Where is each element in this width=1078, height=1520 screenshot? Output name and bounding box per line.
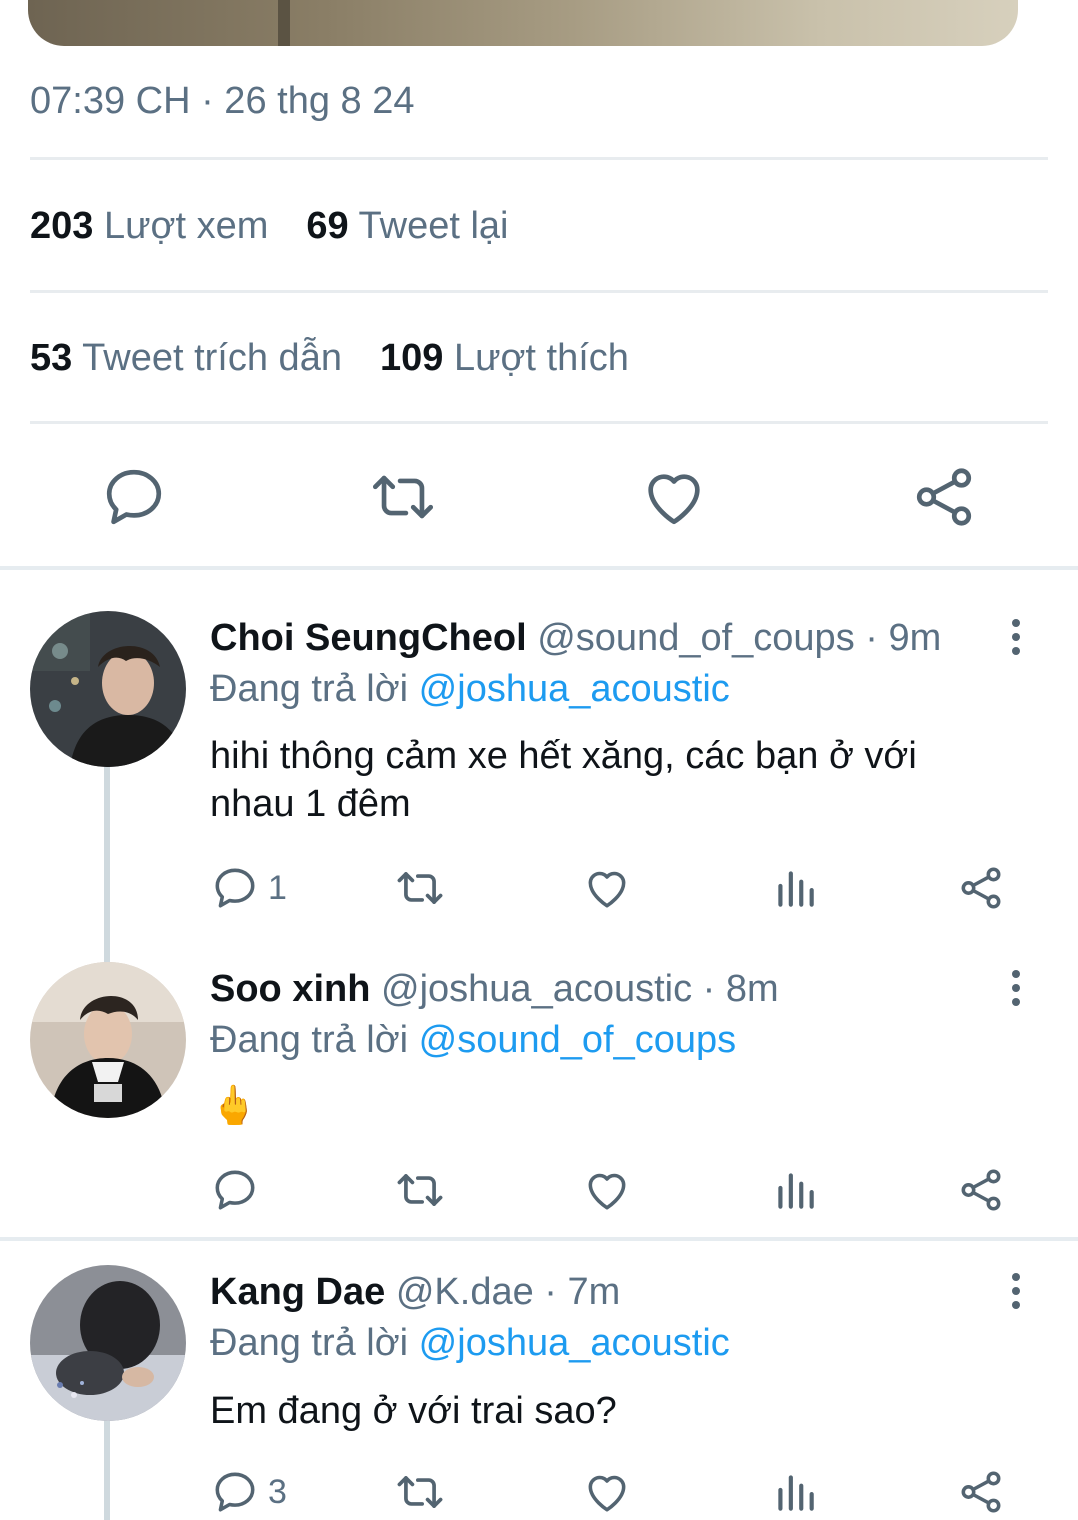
retweet-icon[interactable]: [394, 1464, 446, 1520]
replying-prefix: Đang trả lời: [210, 1019, 409, 1061]
section-separator: [0, 566, 1078, 570]
retweet-icon[interactable]: [394, 1162, 446, 1218]
reply-text: hihi thông cảm xe hết xăng, các bạn ở vớ…: [210, 735, 917, 825]
mention-link[interactable]: @joshua_acoustic: [419, 668, 730, 710]
reply-button[interactable]: 3: [210, 1464, 287, 1520]
reply-button[interactable]: [210, 1162, 268, 1218]
reply-button[interactable]: 1: [210, 860, 287, 916]
share-icon[interactable]: [909, 462, 979, 532]
views-label: Lượt xem: [103, 205, 269, 247]
divider: [30, 157, 1048, 160]
quotes-label: Tweet trích dẫn: [82, 337, 342, 379]
quotes-stat[interactable]: 53 Tweet trích dẫn: [30, 337, 342, 379]
retweet-icon[interactable]: [368, 462, 438, 532]
divider: [30, 290, 1048, 293]
views-count: 203: [30, 205, 94, 247]
reply-action-bar: 1: [210, 860, 1030, 916]
tweet-action-bar: [0, 462, 1078, 532]
analytics-icon[interactable]: [770, 860, 820, 916]
like-icon[interactable]: [582, 1464, 632, 1520]
reply-count: 3: [268, 1472, 287, 1511]
display-name[interactable]: Kang Dae: [210, 1271, 385, 1313]
stats-row-views-retweets: 203 Lượt xem 69 Tweet lại: [30, 205, 509, 248]
analytics-icon[interactable]: [770, 1162, 820, 1218]
reply-header: Choi SeungCheol @sound_of_coups · 9m: [210, 617, 941, 660]
post-time: · 7m: [544, 1271, 621, 1313]
like-icon[interactable]: [639, 462, 709, 532]
mention-link[interactable]: @sound_of_coups: [419, 1019, 736, 1061]
user-handle[interactable]: @joshua_acoustic: [381, 968, 692, 1010]
reply-header: Soo xinh @joshua_acoustic · 8m: [210, 968, 779, 1011]
thread-connector: [104, 1420, 110, 1520]
more-options-icon[interactable]: [1002, 1271, 1030, 1311]
share-icon[interactable]: [956, 1464, 1006, 1520]
share-icon[interactable]: [956, 860, 1006, 916]
reply-text: Em đang ở với trai sao?: [210, 1390, 617, 1432]
user-handle[interactable]: @K.dae: [396, 1271, 534, 1313]
thread-connector: [104, 766, 110, 962]
display-name[interactable]: Soo xinh: [210, 968, 370, 1010]
more-options-icon[interactable]: [1002, 968, 1030, 1008]
likes-stat[interactable]: 109 Lượt thích: [380, 337, 629, 379]
post-time: · 9m: [865, 617, 942, 659]
reply-header: Kang Dae @K.dae · 7m: [210, 1271, 620, 1314]
post-time: · 8m: [702, 968, 779, 1010]
tweet-timestamp: 07:39 CH · 26 thg 8 24: [30, 80, 415, 122]
views-stat[interactable]: 203 Lượt xem: [30, 205, 268, 247]
divider: [30, 421, 1048, 424]
avatar[interactable]: [30, 962, 186, 1118]
retweets-stat[interactable]: 69 Tweet lại: [306, 205, 508, 247]
reply-count: 1: [268, 868, 287, 907]
reply-icon[interactable]: [99, 462, 169, 532]
replying-prefix: Đang trả lời: [210, 668, 409, 710]
display-name[interactable]: Choi SeungCheol: [210, 617, 527, 659]
retweets-label: Tweet lại: [358, 205, 509, 247]
reply-text: 🖕: [210, 1085, 258, 1127]
likes-label: Lượt thích: [453, 337, 629, 379]
replying-to-line: Đang trả lời @joshua_acoustic: [210, 1322, 730, 1365]
retweets-count: 69: [306, 205, 349, 247]
avatar[interactable]: [30, 611, 186, 767]
likes-count: 109: [379, 337, 444, 379]
reply-action-bar: 3: [210, 1464, 1030, 1520]
replying-to-line: Đang trả lời @sound_of_coups: [210, 1019, 736, 1062]
avatar[interactable]: [30, 1265, 186, 1421]
like-icon[interactable]: [582, 860, 632, 916]
stats-row-quotes-likes: 53 Tweet trích dẫn 109 Lượt thích: [30, 337, 629, 380]
quotes-count: 53: [30, 337, 73, 379]
replying-to-line: Đang trả lời @joshua_acoustic: [210, 668, 730, 711]
analytics-icon[interactable]: [770, 1464, 820, 1520]
replying-prefix: Đang trả lời: [210, 1322, 409, 1364]
more-options-icon[interactable]: [1002, 617, 1030, 657]
user-handle[interactable]: @sound_of_coups: [537, 617, 854, 659]
reply-action-bar: [210, 1162, 1030, 1218]
share-icon[interactable]: [956, 1162, 1006, 1218]
retweet-icon[interactable]: [394, 860, 446, 916]
tweet-media-image[interactable]: [28, 0, 1018, 46]
mention-link[interactable]: @joshua_acoustic: [419, 1322, 730, 1364]
like-icon[interactable]: [582, 1162, 632, 1218]
section-separator: [0, 1237, 1078, 1241]
